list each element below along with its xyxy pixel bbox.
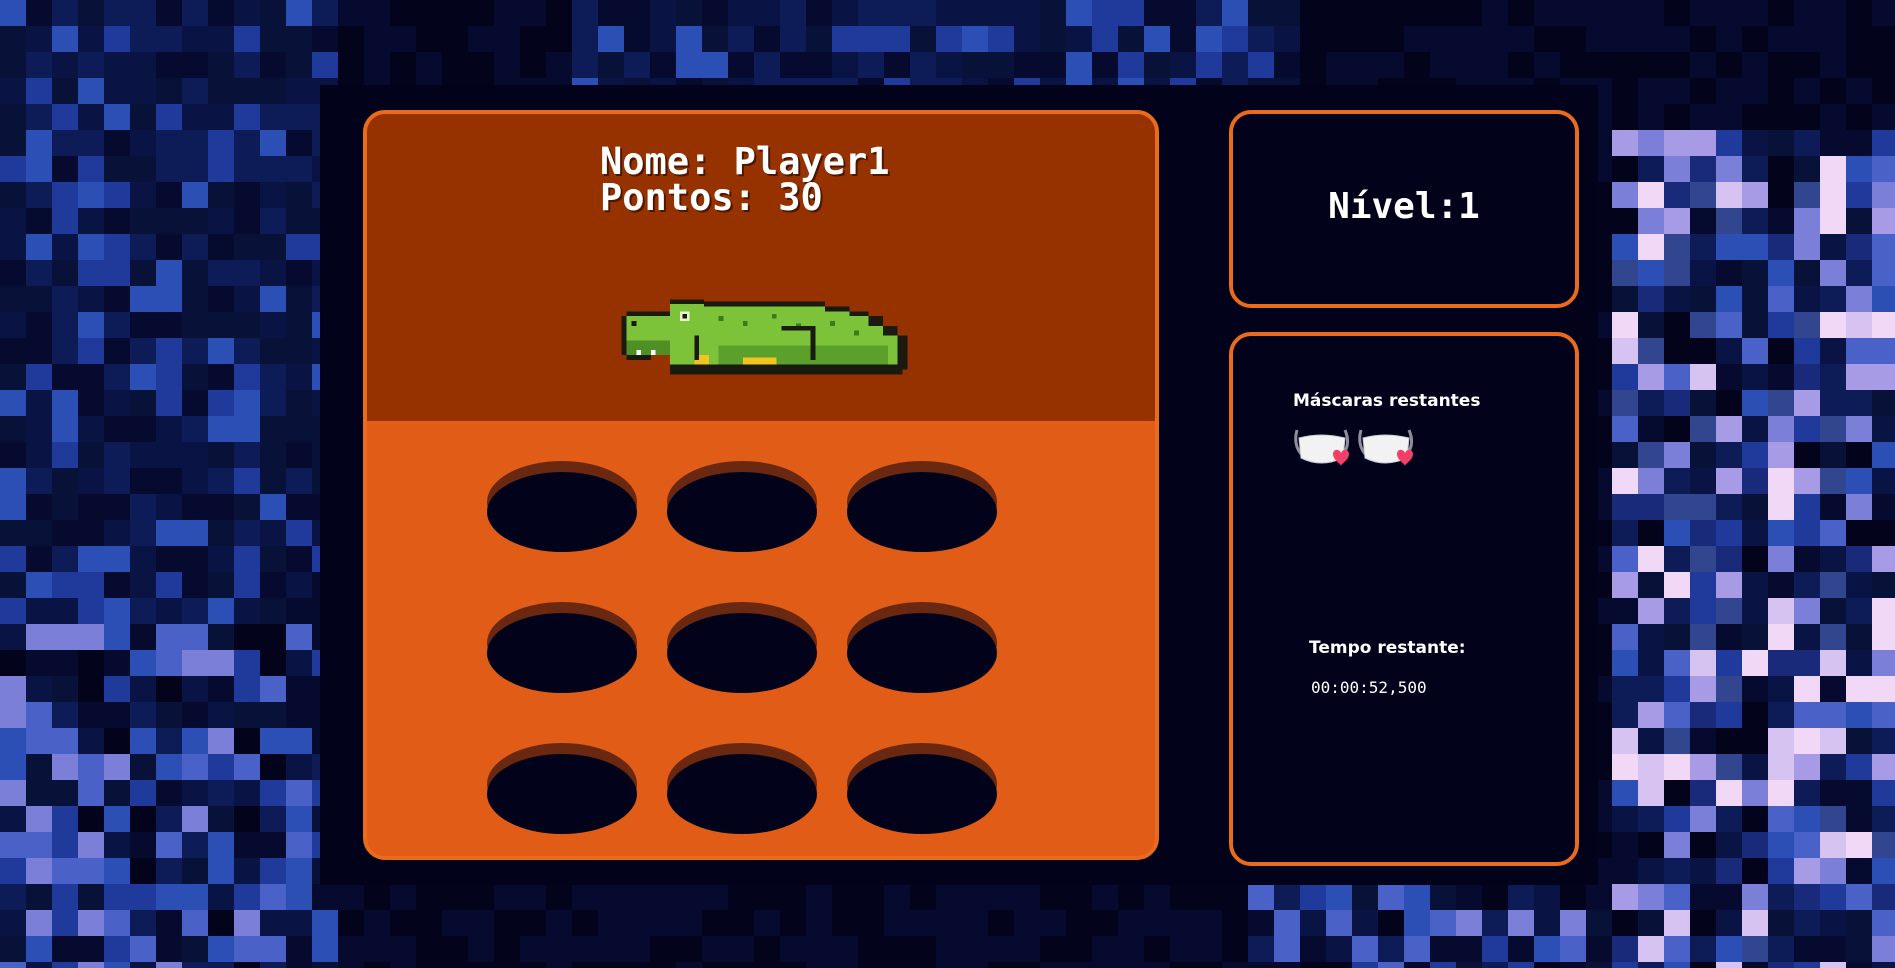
player-score: Pontos: 30	[600, 176, 823, 219]
player-name: Nome: Player1	[600, 140, 890, 183]
hole-8[interactable]	[667, 743, 817, 835]
scoreboard-area: Nome: Player1 Pontos: 30	[367, 114, 1155, 421]
crocodile-sprite	[621, 299, 908, 375]
status-panel: Máscaras restantes Tempo restante: 00:00…	[1229, 332, 1579, 866]
time-value: 00:00:52,500	[1311, 678, 1427, 697]
hole-2[interactable]	[667, 461, 817, 553]
hole-9[interactable]	[847, 743, 997, 835]
hole-3[interactable]	[847, 461, 997, 553]
game-panel: Nome: Player1 Pontos: 30	[363, 110, 1159, 860]
mask-heart-icon	[1294, 429, 1350, 466]
time-label: Tempo restante:	[1309, 638, 1466, 658]
masks-label: Máscaras restantes	[1293, 391, 1481, 411]
hole-4[interactable]	[487, 602, 637, 694]
hole-7[interactable]	[487, 743, 637, 835]
level-indicator: Nível:1	[1328, 186, 1480, 227]
hole-5[interactable]	[667, 602, 817, 694]
masks-remaining	[1293, 424, 1433, 480]
player-info: Nome: Player1 Pontos: 30	[600, 140, 890, 219]
hole-1[interactable]	[487, 461, 637, 553]
hole-grid	[367, 421, 1155, 856]
level-panel: Nível:1	[1229, 110, 1579, 308]
hole-6[interactable]	[847, 602, 997, 694]
mask-heart-icon	[1358, 429, 1414, 466]
